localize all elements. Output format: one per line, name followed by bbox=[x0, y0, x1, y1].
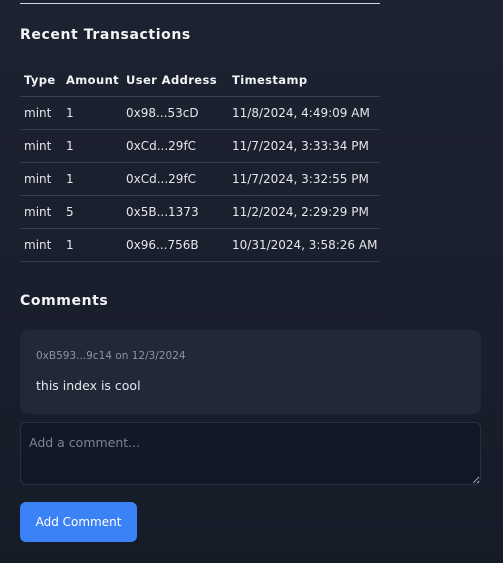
comments-title: Comments bbox=[20, 293, 109, 309]
cell-amount: 1 bbox=[62, 228, 122, 262]
table-row: mint 5 0x5B...1373 11/2/2024, 2:29:29 PM bbox=[20, 195, 380, 229]
comment-input[interactable] bbox=[20, 422, 481, 485]
table-row: mint 1 0xCd...29fC 11/7/2024, 3:33:34 PM bbox=[20, 129, 380, 163]
cell-user-address: 0xCd...29fC bbox=[122, 129, 228, 163]
cell-user-address: 0xCd...29fC bbox=[122, 162, 228, 196]
comment-text: this index is cool bbox=[36, 378, 141, 393]
cell-user-address: 0x98...53cD bbox=[122, 96, 228, 130]
section-divider bbox=[20, 3, 380, 4]
table-row: mint 1 0xCd...29fC 11/7/2024, 3:32:55 PM bbox=[20, 162, 380, 196]
column-header-timestamp: Timestamp bbox=[228, 64, 380, 97]
cell-type: mint bbox=[20, 228, 62, 262]
transactions-table: Type Amount User Address Timestamp mint … bbox=[20, 64, 380, 262]
cell-timestamp: 10/31/2024, 3:58:26 AM bbox=[228, 228, 380, 262]
column-header-user-address: User Address bbox=[122, 64, 228, 97]
table-row: mint 1 0x96...756B 10/31/2024, 3:58:26 A… bbox=[20, 228, 380, 262]
cell-type: mint bbox=[20, 162, 62, 196]
cell-user-address: 0x96...756B bbox=[122, 228, 228, 262]
comment-card: 0xB593...9c14 on 12/3/2024 this index is… bbox=[20, 330, 481, 414]
cell-amount: 5 bbox=[62, 195, 122, 229]
cell-timestamp: 11/7/2024, 3:33:34 PM bbox=[228, 129, 380, 163]
table-row: mint 1 0x98...53cD 11/8/2024, 4:49:09 AM bbox=[20, 96, 380, 130]
transactions-title: Recent Transactions bbox=[20, 27, 191, 43]
cell-type: mint bbox=[20, 96, 62, 130]
add-comment-button[interactable]: Add Comment bbox=[20, 502, 137, 542]
table-header-row: Type Amount User Address Timestamp bbox=[20, 64, 380, 97]
cell-timestamp: 11/2/2024, 2:29:29 PM bbox=[228, 195, 380, 229]
cell-amount: 1 bbox=[62, 162, 122, 196]
cell-amount: 1 bbox=[62, 129, 122, 163]
comment-meta: 0xB593...9c14 on 12/3/2024 bbox=[36, 350, 186, 362]
cell-type: mint bbox=[20, 195, 62, 229]
cell-user-address: 0x5B...1373 bbox=[122, 195, 228, 229]
column-header-type: Type bbox=[20, 64, 62, 97]
cell-amount: 1 bbox=[62, 96, 122, 130]
cell-type: mint bbox=[20, 129, 62, 163]
column-header-amount: Amount bbox=[62, 64, 122, 97]
cell-timestamp: 11/7/2024, 3:32:55 PM bbox=[228, 162, 380, 196]
cell-timestamp: 11/8/2024, 4:49:09 AM bbox=[228, 96, 380, 130]
